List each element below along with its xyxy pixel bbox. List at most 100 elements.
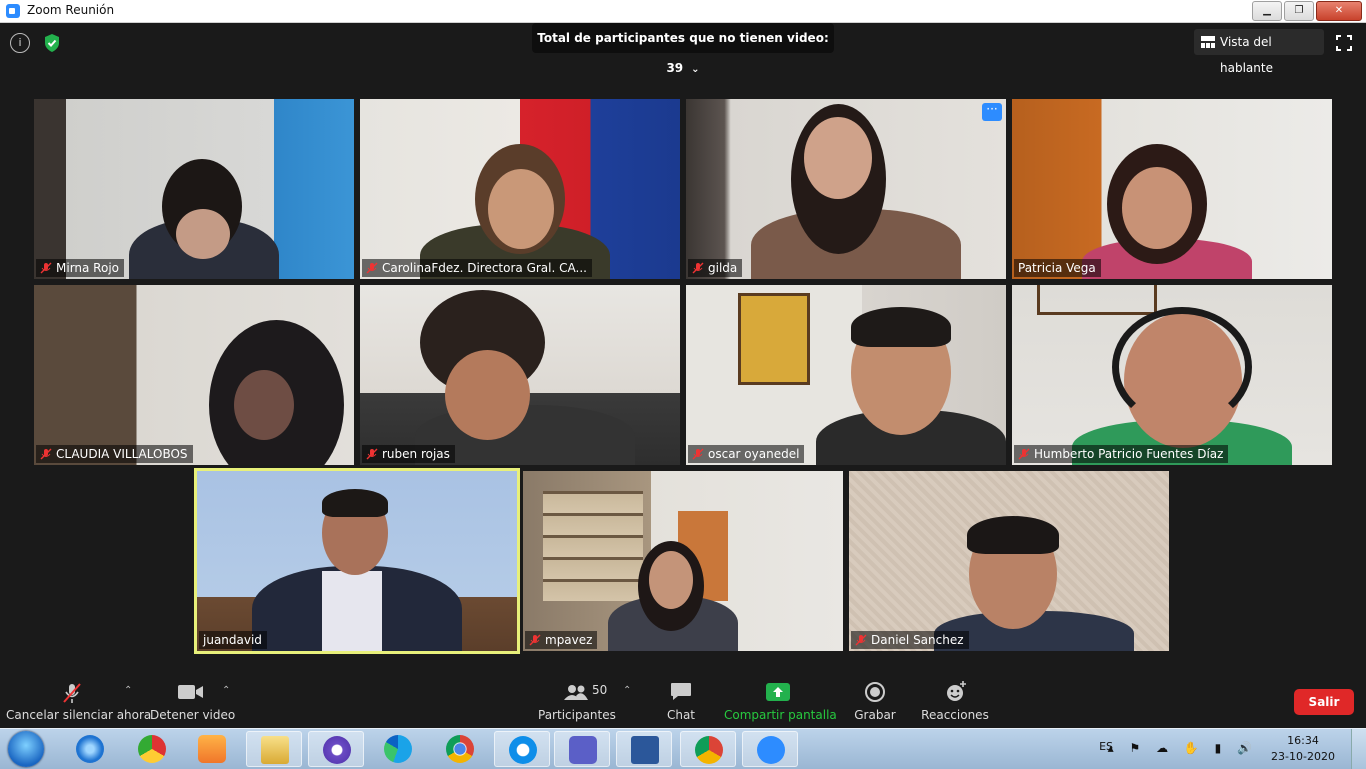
system-clock[interactable]: 16:34 23-10-2020: [1268, 733, 1338, 765]
record-icon: [865, 682, 885, 702]
participant-name-label: Humberto Patricio Fuentes Díaz: [1014, 445, 1229, 463]
taskbar-media-player[interactable]: [184, 731, 240, 767]
participant-name-label: Daniel Sanchez: [851, 631, 969, 649]
participant-figure: [649, 551, 693, 609]
more-options-button[interactable]: ···: [982, 103, 1002, 121]
taskbar-teamviewer[interactable]: [494, 731, 550, 767]
show-desktop-button[interactable]: [1351, 729, 1366, 769]
participant-figure: [488, 169, 554, 249]
record-button[interactable]: Grabar: [850, 668, 900, 728]
reactions-smiley-icon: [947, 681, 966, 701]
share-screen-button[interactable]: Compartir pantalla: [724, 668, 837, 728]
participants-options-caret[interactable]: ⌃: [623, 685, 631, 696]
muted-mic-icon: [366, 448, 378, 460]
record-label: Grabar: [854, 708, 896, 722]
participant-figure: [176, 209, 230, 259]
media-player-icon: [198, 735, 226, 763]
zoom-icon: [757, 736, 785, 764]
participant-name-label: juandavid: [199, 631, 267, 649]
window-title-bar: Zoom Reunión ▁ ❐ ✕: [0, 0, 1366, 23]
video-tile-juandavid-active-speaker[interactable]: juandavid: [194, 468, 520, 654]
stop-video-button[interactable]: Detener video: [150, 668, 236, 728]
participant-figure: [234, 370, 294, 440]
muted-mic-icon: [1018, 448, 1030, 460]
participants-button[interactable]: 50 Participantes: [538, 668, 616, 728]
taskbar-chrome-profile[interactable]: [680, 731, 736, 767]
stop-video-label: Detener video: [150, 708, 236, 722]
minimize-button[interactable]: ▁: [1252, 1, 1282, 21]
chevron-down-icon: ⌄: [691, 64, 700, 75]
internet-explorer-icon: [76, 735, 104, 763]
taskbar-teams[interactable]: [554, 731, 610, 767]
video-tile-mirna-rojo[interactable]: Mirna Rojo: [34, 99, 354, 279]
participant-name-label: Mirna Rojo: [36, 259, 124, 277]
video-tile-daniel-sanchez[interactable]: Daniel Sanchez: [849, 471, 1169, 651]
taskbar-purple-app[interactable]: [308, 731, 364, 767]
unmute-button[interactable]: Cancelar silenciar ahora: [6, 668, 152, 728]
participant-name-label: oscar oyanedel: [688, 445, 805, 463]
bookshelf: [543, 491, 643, 601]
windows-taskbar: ES ▴ ⚑ ☁ ✋ ▮ 🔊 16:34 23-10-2020: [0, 728, 1366, 769]
gallery-grid-icon: [1201, 36, 1215, 48]
wall-painting: [738, 293, 810, 385]
participant-figure: [851, 307, 951, 347]
muted-mic-icon: [63, 683, 81, 703]
video-tile-patricia-vega[interactable]: Patricia Vega: [1012, 99, 1332, 279]
taskbar-file-explorer[interactable]: [246, 731, 302, 767]
clock-time: 16:34: [1287, 734, 1319, 747]
unmute-label: Cancelar silenciar ahora: [6, 708, 152, 722]
meeting-controls-toolbar: Cancelar silenciar ahora ⌃ Detener video…: [0, 668, 1366, 728]
participant-figure: [967, 516, 1059, 554]
speaker-view-label: Vista del hablante: [1220, 35, 1273, 75]
participant-name-label: gilda: [688, 259, 743, 277]
leave-meeting-button[interactable]: Salir: [1294, 689, 1354, 715]
taskbar-chrome[interactable]: [432, 731, 488, 767]
taskbar-chrome-old[interactable]: [124, 731, 180, 767]
chat-label: Chat: [666, 708, 696, 722]
participant-figure: [1122, 167, 1192, 249]
video-tile-claudia-villalobos[interactable]: CLAUDIA VILLALOBOS: [34, 285, 354, 465]
windows-start-button[interactable]: [8, 731, 44, 767]
taskbar-zoom[interactable]: [742, 731, 798, 767]
teamviewer-icon: [509, 736, 537, 764]
reactions-button[interactable]: Reacciones: [920, 668, 990, 728]
zoom-app-icon: [6, 4, 20, 18]
muted-mic-icon: [855, 634, 867, 646]
window-controls: ▁ ❐ ✕: [1252, 1, 1362, 21]
close-button[interactable]: ✕: [1316, 1, 1362, 21]
taskbar-word[interactable]: [616, 731, 672, 767]
chat-button[interactable]: Chat: [656, 668, 706, 728]
tray-icons[interactable]: ▴ ⚑ ☁ ✋ ▮ 🔊: [1108, 741, 1258, 755]
participant-figure: [322, 489, 388, 517]
taskbar-internet-explorer[interactable]: [62, 731, 118, 767]
taskbar-edge[interactable]: [370, 731, 426, 767]
window-title: Zoom Reunión: [27, 3, 115, 17]
no-video-label: Total de participantes que no tienen vid…: [537, 31, 829, 75]
chrome-profile-icon: [695, 736, 723, 764]
participant-name-label: CarolinaFdez. Directora Gral. CA...: [362, 259, 592, 277]
participant-name-label: Patricia Vega: [1014, 259, 1101, 277]
muted-mic-icon: [692, 448, 704, 460]
video-tile-carolina[interactable]: CarolinaFdez. Directora Gral. CA...: [360, 99, 680, 279]
muted-mic-icon: [40, 448, 52, 460]
encryption-shield-icon[interactable]: [43, 33, 61, 53]
video-tile-oscar-oyanedel[interactable]: oscar oyanedel: [686, 285, 1006, 465]
video-tile-mpavez[interactable]: mpavez: [523, 471, 843, 651]
teams-icon: [569, 736, 597, 764]
meeting-info-icon[interactable]: i: [10, 33, 30, 53]
reactions-label: Reacciones: [921, 708, 989, 722]
maximize-button[interactable]: ❐: [1284, 1, 1314, 21]
share-screen-icon: [766, 683, 790, 701]
video-camera-icon: [178, 685, 203, 699]
edge-icon: [384, 735, 412, 763]
word-icon: [631, 736, 659, 764]
video-tile-gilda[interactable]: ··· gilda: [686, 99, 1006, 279]
speaker-view-button[interactable]: Vista del hablante: [1194, 29, 1324, 75]
video-options-caret[interactable]: ⌃: [222, 685, 230, 696]
no-video-participants-dropdown[interactable]: Total de participantes que no tienen vid…: [532, 23, 834, 75]
video-tile-humberto-fuentes[interactable]: Humberto Patricio Fuentes Díaz: [1012, 285, 1332, 465]
fullscreen-icon[interactable]: [1336, 35, 1352, 51]
wall-frame: [1037, 285, 1157, 315]
video-tile-ruben-rojas[interactable]: ruben rojas: [360, 285, 680, 465]
audio-options-caret[interactable]: ⌃: [124, 685, 132, 696]
